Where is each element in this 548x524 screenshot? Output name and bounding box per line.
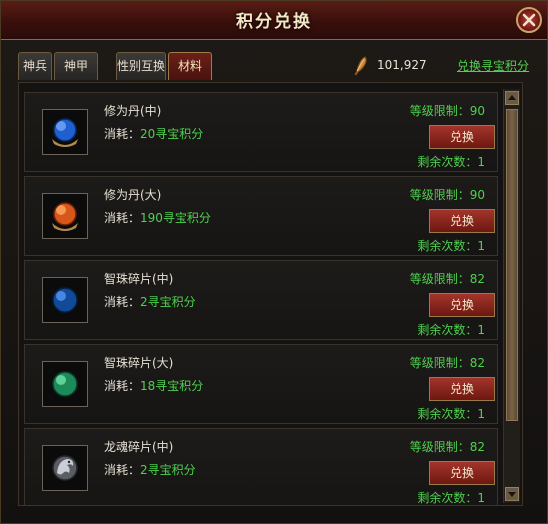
cost-label: 消耗： [104, 463, 141, 477]
green-orb-icon [52, 371, 78, 397]
cost-label: 消耗： [104, 379, 141, 393]
remaining-count: 剩余次数：1 [417, 323, 485, 337]
redeem-button[interactable]: 兑换 [429, 461, 495, 485]
item-name: 智珠碎片(大) [104, 356, 174, 370]
level-limit: 等级限制：90 [409, 104, 485, 118]
item-cost: 消耗：18寻宝积分 [104, 377, 203, 394]
list-item: 修为丹(中) 消耗：20寻宝积分 等级限制：90 兑换 剩余次数：1 [24, 92, 498, 172]
tab-gender-swap[interactable]: 性别互换 [116, 52, 166, 80]
orange-cultivation-pill-icon [52, 202, 78, 231]
exchange-treasure-points-link[interactable]: 兑换寻宝积分 [457, 57, 529, 74]
item-icon-frame [42, 277, 88, 323]
cost-amount: 2寻宝积分 [140, 463, 196, 477]
tab-divine-armor[interactable]: 神甲 [54, 52, 98, 80]
redeem-button[interactable]: 兑换 [429, 293, 495, 317]
item-list: 修为丹(中) 消耗：20寻宝积分 等级限制：90 兑换 剩余次数：1 修为丹(大… [18, 82, 523, 506]
item-cost: 消耗：2寻宝积分 [104, 461, 196, 478]
level-limit: 等级限制：90 [409, 188, 485, 202]
remaining-count: 剩余次数：1 [417, 239, 485, 253]
item-icon-frame [42, 193, 88, 239]
item-icon-frame [42, 361, 88, 407]
quill-icon [354, 56, 367, 76]
redeem-button[interactable]: 兑换 [429, 125, 495, 149]
remaining-count: 剩余次数：1 [417, 155, 485, 169]
dragon-soul-icon [52, 455, 78, 481]
close-button[interactable] [516, 7, 542, 33]
item-name: 龙魂碎片(中) [104, 440, 174, 454]
cost-label: 消耗： [104, 127, 141, 141]
list-item: 修为丹(大) 消耗：190寻宝积分 等级限制：90 兑换 剩余次数：1 [24, 176, 498, 256]
points-exchange-window: 积分兑换 神兵 神甲 性别互换 材料 101,927 兑换寻宝积分 修为丹(中)… [0, 0, 548, 524]
arrow-up-icon [508, 95, 516, 100]
item-name: 修为丹(中) [104, 104, 162, 118]
level-limit: 等级限制：82 [409, 272, 485, 286]
tab-materials[interactable]: 材料 [168, 52, 212, 80]
cost-label: 消耗： [104, 295, 141, 309]
scroll-thumb[interactable] [506, 109, 518, 421]
list-item: 龙魂碎片(中) 消耗：2寻宝积分 等级限制：82 兑换 剩余次数：1 [24, 428, 498, 505]
scroll-down-button[interactable] [505, 487, 519, 501]
cost-amount: 2寻宝积分 [140, 295, 196, 309]
window-title: 积分兑换 [236, 12, 312, 32]
arrow-down-icon [508, 492, 516, 497]
level-limit: 等级限制：82 [409, 440, 485, 454]
cost-amount: 18寻宝积分 [140, 379, 204, 393]
blue-orb-icon [52, 287, 78, 313]
redeem-button[interactable]: 兑换 [429, 377, 495, 401]
item-icon-frame [42, 109, 88, 155]
points-balance: 101,927 [377, 58, 427, 72]
item-name: 修为丹(大) [104, 188, 162, 202]
scroll-up-button[interactable] [505, 91, 519, 105]
cost-label: 消耗： [104, 211, 141, 225]
item-cost: 消耗：20寻宝积分 [104, 125, 203, 142]
item-cost: 消耗：190寻宝积分 [104, 209, 211, 226]
cost-amount: 20寻宝积分 [140, 127, 204, 141]
item-name: 智珠碎片(中) [104, 272, 174, 286]
tab-divine-weapon[interactable]: 神兵 [18, 52, 52, 80]
close-icon [522, 13, 536, 27]
scrollbar[interactable] [503, 89, 520, 503]
title-bar: 积分兑换 [1, 1, 547, 40]
item-cost: 消耗：2寻宝积分 [104, 293, 196, 310]
list-item: 智珠碎片(大) 消耗：18寻宝积分 等级限制：82 兑换 剩余次数：1 [24, 344, 498, 424]
redeem-button[interactable]: 兑换 [429, 209, 495, 233]
remaining-count: 剩余次数：1 [417, 491, 485, 505]
blue-cultivation-pill-icon [52, 118, 78, 147]
remaining-count: 剩余次数：1 [417, 407, 485, 421]
item-icon-frame [42, 445, 88, 491]
level-limit: 等级限制：82 [409, 356, 485, 370]
cost-amount: 190寻宝积分 [140, 211, 211, 225]
list-item: 智珠碎片(中) 消耗：2寻宝积分 等级限制：82 兑换 剩余次数：1 [24, 260, 498, 340]
